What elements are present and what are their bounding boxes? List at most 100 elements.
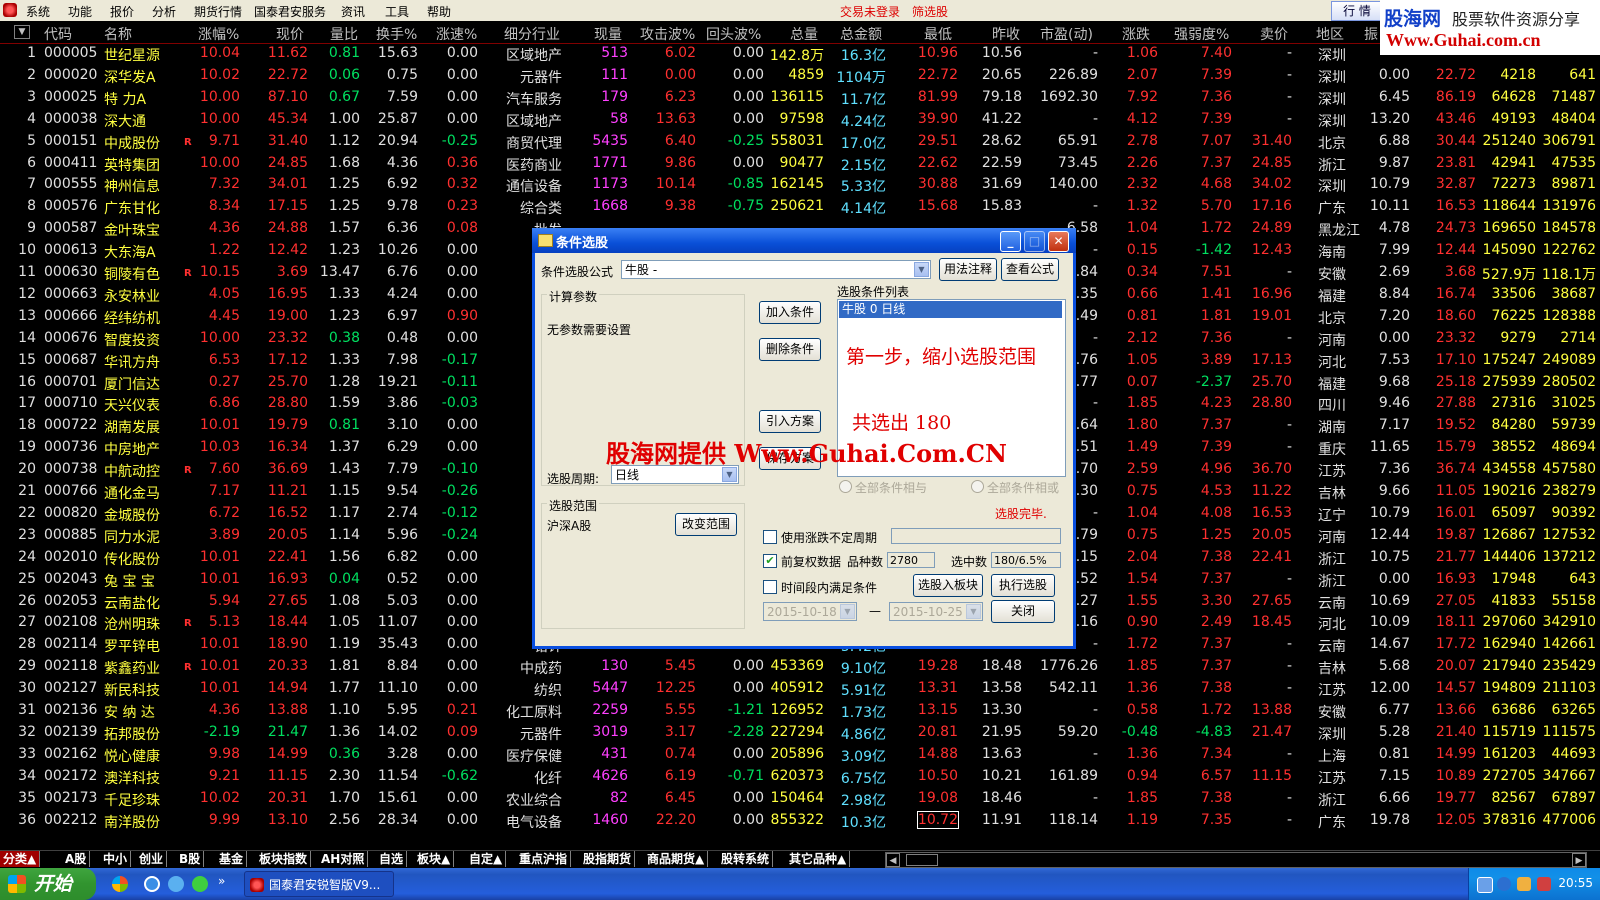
condition-list-item[interactable]: 牛股 0 日线 [839,301,1062,318]
table-row[interactable]: 3 000025 特 力A 10.00 87.10 0.67 7.59 0.00 汽车服务 179… [0,87,1600,109]
change-range-button[interactable]: 改变范围 [675,513,737,536]
menu-quote[interactable]: 报价 [110,3,134,20]
col-turn[interactable]: 换手% [376,24,417,44]
tab-7[interactable]: AH对照 [318,851,369,867]
table-row[interactable]: 8 000576 广东甘化 8.34 17.15 1.25 9.78 0.23 综合类 1668 9… [0,196,1600,218]
menu-news[interactable]: 资讯 [341,3,365,20]
col-diff[interactable]: 涨跌 [1122,24,1150,44]
import-scheme-button[interactable]: 引入方案 [759,410,821,433]
col-amp[interactable]: 振 [1364,24,1378,44]
table-row[interactable]: 29 002118 紫鑫药业 10.01 20.33 1.81 8.84 0.00 中成药 130… [0,656,1600,678]
radio-all-and[interactable] [839,480,852,493]
tab-5[interactable]: 基金 [216,851,248,867]
scroll-right-icon[interactable]: ▶ [1572,853,1586,867]
table-row[interactable]: 2 000020 深华发A 10.02 22.72 0.06 0.75 0.00 元器件 111 0… [0,65,1600,87]
tab-1[interactable]: A股 [62,851,91,867]
dialog-titlebar[interactable]: 条件选股 _ □ ✕ [532,228,1076,253]
quicklaunch-ie-icon[interactable] [144,876,160,892]
table-row[interactable]: 4 000038 深大通 10.00 45.34 1.00 25.87 0.00 区域地产 58 1… [0,109,1600,131]
table-row[interactable]: 34 002172 澳洋科技 9.21 11.15 2.30 11.54 -0.62 化纤 462… [0,766,1600,788]
table-row[interactable]: 31 002136 安 纳 达 4.36 13.88 1.10 5.95 0.21 化工原料 22… [0,700,1600,722]
table-row[interactable]: 30 002127 新民科技 10.01 14.94 1.77 11.10 0.00 纺织 544… [0,678,1600,700]
use-limit-checkbox[interactable] [763,530,777,544]
add-to-board-button[interactable]: 选股入板块 [913,574,983,597]
delete-condition-button[interactable]: 删除条件 [759,338,821,361]
tab-15[interactable]: 其它品种▲ [786,851,851,867]
quicklaunch-more-icon[interactable]: » [218,874,225,888]
tab-14[interactable]: 股转系统 [718,851,774,867]
horizontal-scrollbar[interactable]: ◀ ▶ [885,852,1587,868]
dropdown-arrow-icon[interactable]: ▼ [722,467,737,482]
tab-3[interactable]: 创业 [136,851,168,867]
col-total-vol[interactable]: 总量 [790,24,818,44]
network-icon[interactable] [1497,877,1511,891]
dropdown-arrow-icon[interactable]: ▼ [914,262,929,277]
quicklaunch-windows-icon[interactable] [112,876,128,892]
usage-notes-button[interactable]: 用法注释 [939,258,997,281]
menu-function[interactable]: 功能 [68,3,92,20]
tab-9[interactable]: 板块▲ [414,851,455,867]
user-icon[interactable] [1517,877,1531,891]
col-attack[interactable]: 攻击波% [640,24,695,44]
col-price[interactable]: 现价 [276,24,304,44]
table-row[interactable]: 32 002139 拓邦股份 -2.19 21.47 1.36 14.02 0.09 元器件 30… [0,722,1600,744]
tab-2[interactable]: 中小 [100,851,132,867]
view-formula-button[interactable]: 查看公式 [1001,258,1059,281]
col-prev[interactable]: 昨收 [992,24,1020,44]
col-area[interactable]: 地区 [1316,24,1344,44]
menu-help[interactable]: 帮助 [427,3,451,20]
col-vr[interactable]: 量比 [330,24,358,44]
col-code[interactable]: 代码 [44,24,72,44]
sort-dropdown-icon[interactable]: ▼ [14,25,30,39]
col-name[interactable]: 名称 [104,24,132,44]
quote-button[interactable]: 行 情 [1331,1,1383,21]
table-row[interactable]: 1 000005 世纪星源 10.04 11.62 0.81 15.63 0.00 区域地产 51… [0,43,1600,65]
tab-0[interactable]: 分类▲ [0,851,41,867]
timeframe-checkbox[interactable] [763,580,777,594]
menu-analysis[interactable]: 分析 [152,3,176,20]
table-row[interactable]: 35 002173 千足珍珠 10.02 20.31 1.70 15.61 0.00 农业综合 8… [0,788,1600,810]
table-row[interactable]: 33 002162 悦心健康 9.98 14.99 0.36 3.28 0.00 医疗保健 431… [0,744,1600,766]
col-pe[interactable]: 市盈(动) [1040,24,1093,44]
col-vol[interactable]: 现量 [594,24,622,44]
table-row[interactable]: 36 002212 南洋股份 9.99 13.10 2.56 28.34 0.00 电气设备 14… [0,810,1600,832]
tab-11[interactable]: 重点沪指 [516,851,572,867]
minimize-icon[interactable]: _ [1000,231,1021,252]
col-speed[interactable]: 涨速% [436,24,477,44]
quicklaunch-app-icon[interactable] [192,876,208,892]
menu-futures[interactable]: 期货行情 [194,3,242,20]
close-icon[interactable]: ✕ [1048,231,1069,252]
col-back[interactable]: 回头波% [706,24,761,44]
trade-login-status[interactable]: 交易未登录 [840,3,900,20]
execute-screen-button[interactable]: 执行选股 [991,574,1055,597]
col-chg[interactable]: 涨幅% [198,24,239,44]
menu-gtja-service[interactable]: 国泰君安服务 [254,3,326,20]
col-low[interactable]: 最低 [924,24,952,44]
col-amount[interactable]: 总金额 [840,24,882,44]
col-industry[interactable]: 细分行业 [504,24,560,44]
col-ask[interactable]: 卖价 [1260,24,1288,44]
close-button[interactable]: 关闭 [991,600,1055,623]
shield-icon[interactable] [1537,877,1551,891]
table-row[interactable]: 7 000555 神州信息 7.32 34.01 1.25 6.92 0.32 通信设备 1173… [0,174,1600,196]
scroll-thumb[interactable] [906,854,938,866]
taskbar-app-button[interactable]: 国泰君安锐智版V9... [244,871,394,897]
keyboard-icon[interactable] [1477,877,1493,893]
col-strength[interactable]: 强弱度% [1174,24,1229,44]
menu-system[interactable]: 系统 [26,3,50,20]
tab-13[interactable]: 商品期货▲ [644,851,709,867]
table-row[interactable]: 5 000151 中成股份 9.71 31.40 1.12 20.94 -0.25 商贸代理 54… [0,131,1600,153]
prereinstate-checkbox[interactable]: ✔ [763,554,777,568]
start-button[interactable]: 开始 [0,868,96,900]
table-row[interactable]: 6 000411 英特集团 10.00 24.85 1.68 4.36 0.36 医药商业 177… [0,153,1600,175]
tab-12[interactable]: 股指期货 [580,851,636,867]
add-condition-button[interactable]: 加入条件 [759,301,821,324]
scroll-left-icon[interactable]: ◀ [886,853,900,867]
formula-select[interactable]: 牛股 - ▼ [621,260,931,279]
quicklaunch-browser-icon[interactable] [168,876,184,892]
radio-all-or[interactable] [971,480,984,493]
screener-link[interactable]: 筛选股 [912,3,948,20]
tab-10[interactable]: 自定▲ [466,851,507,867]
tab-8[interactable]: 自选 [376,851,408,867]
tab-6[interactable]: 板块指数 [256,851,312,867]
